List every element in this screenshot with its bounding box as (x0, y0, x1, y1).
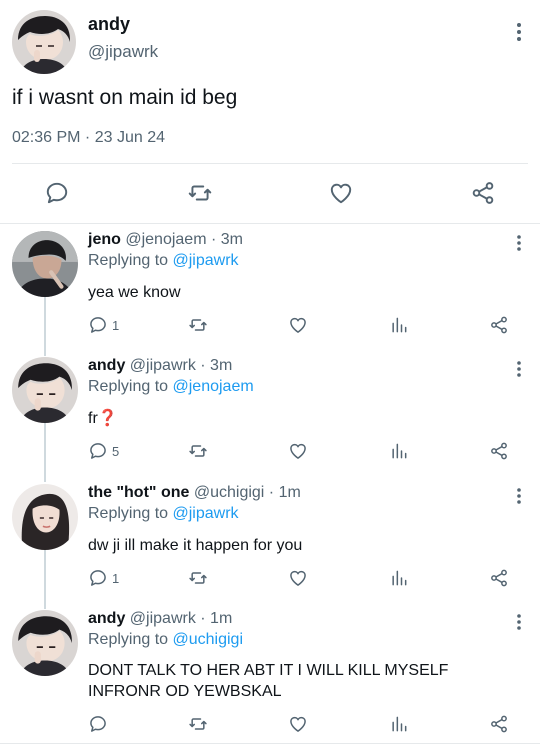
reply-count: 1 (112, 317, 120, 333)
views-icon[interactable] (389, 315, 409, 335)
like-icon[interactable] (288, 441, 308, 461)
reply-count: 1 (112, 570, 120, 586)
author-handle[interactable]: @uchigigi (194, 484, 265, 501)
reply-header: jeno @jenojaem · 3m (88, 231, 243, 249)
separator: · (264, 484, 279, 501)
reply-icon[interactable]: 1 (88, 315, 119, 335)
author-handle[interactable]: @jipawrk (88, 42, 158, 62)
reply-header: the "hot" one @uchigigi · 1m (88, 484, 301, 502)
reply-action-bar: 5 (0, 441, 540, 465)
avatar[interactable] (12, 610, 78, 676)
like-icon[interactable] (288, 315, 308, 335)
reply-tweet[interactable]: jeno @jenojaem · 3m Replying to @jipawrk… (0, 231, 540, 351)
author-name[interactable]: andy (88, 357, 125, 374)
mention-link[interactable]: @jipawrk (173, 505, 239, 522)
views-icon[interactable] (389, 441, 409, 461)
author-name[interactable]: the "hot" one (88, 484, 189, 501)
reply-text-line: DONT TALK TO HER ABT IT I WILL KILL MYSE… (88, 662, 449, 679)
author-name[interactable]: andy (88, 610, 125, 627)
separator: · (195, 357, 211, 374)
like-icon[interactable] (328, 180, 354, 206)
views-icon[interactable] (389, 714, 409, 734)
avatar[interactable] (12, 10, 76, 74)
retweet-icon[interactable] (188, 315, 208, 335)
more-icon[interactable] (508, 22, 530, 42)
reply-text-line: INFRONR OD YEWBSKAL (88, 683, 282, 700)
main-tweet: andy @jipawrk if i wasnt on main id beg … (0, 0, 540, 224)
author-name[interactable]: andy (88, 14, 130, 35)
reply-text: dw ji ill make it happen for you (88, 537, 303, 554)
avatar[interactable] (12, 231, 78, 297)
replying-to: Replying to @jenojaem (88, 378, 254, 396)
more-icon[interactable] (508, 613, 530, 631)
author-handle[interactable]: @jipawrk (130, 610, 196, 627)
more-icon[interactable] (508, 360, 530, 378)
tweet-timestamp: 02:36 PM · 23 Jun 24 (12, 129, 165, 146)
reply-icon[interactable]: 1 (88, 568, 119, 588)
like-icon[interactable] (288, 714, 308, 734)
reply-icon[interactable] (44, 180, 70, 206)
divider (12, 163, 528, 164)
replying-to: Replying to @jipawrk (88, 505, 239, 523)
retweet-icon[interactable] (188, 714, 208, 734)
reply-icon[interactable]: 5 (88, 441, 119, 461)
reply-action-bar: 1 (0, 568, 540, 592)
reply-count: 5 (112, 443, 120, 459)
divider (0, 743, 540, 744)
mention-link[interactable]: @jipawrk (173, 252, 239, 269)
reply-header: andy @jipawrk · 1m (88, 610, 232, 628)
retweet-icon[interactable] (188, 568, 208, 588)
reply-tweet[interactable]: andy @jipawrk · 3m Replying to @jenojaem… (0, 357, 540, 477)
share-icon[interactable] (489, 315, 509, 335)
reply-action-bar (0, 714, 540, 738)
reply-text: fr❓ (88, 410, 118, 427)
reply-time: 1m (210, 610, 233, 627)
replying-prefix: Replying to (88, 505, 169, 522)
author-name[interactable]: jeno (88, 231, 121, 248)
replying-prefix: Replying to (88, 378, 169, 395)
author-handle[interactable]: @jenojaem (125, 231, 206, 248)
reply-header: andy @jipawrk · 3m (88, 357, 232, 375)
share-icon[interactable] (489, 441, 509, 461)
views-icon[interactable] (389, 568, 409, 588)
reply-action-bar: 1 (0, 315, 540, 339)
main-action-bar (0, 176, 540, 210)
share-icon[interactable] (489, 714, 509, 734)
retweet-icon[interactable] (187, 180, 213, 206)
reply-text: DONT TALK TO HER ABT IT I WILL KILL MYSE… (88, 660, 448, 702)
share-icon[interactable] (489, 568, 509, 588)
separator: · (206, 231, 221, 248)
separator: · (195, 610, 211, 627)
author-handle[interactable]: @jipawrk (130, 357, 196, 374)
replying-prefix: Replying to (88, 631, 169, 648)
reply-icon[interactable] (88, 714, 108, 734)
reply-time: 3m (210, 357, 233, 374)
replying-prefix: Replying to (88, 252, 169, 269)
mention-link[interactable]: @jenojaem (173, 378, 254, 395)
share-icon[interactable] (470, 180, 496, 206)
divider (0, 223, 540, 224)
tweet-text: if i wasnt on main id beg (12, 86, 238, 109)
reply-tweet[interactable]: andy @jipawrk · 1m Replying to @uchigigi… (0, 610, 540, 740)
reply-text: yea we know (88, 284, 181, 301)
reply-time: 3m (220, 231, 243, 248)
more-icon[interactable] (508, 234, 530, 252)
reply-time: 1m (278, 484, 301, 501)
retweet-icon[interactable] (188, 441, 208, 461)
avatar[interactable] (12, 357, 78, 423)
avatar[interactable] (12, 484, 78, 550)
like-icon[interactable] (288, 568, 308, 588)
mention-link[interactable]: @uchigigi (173, 631, 244, 648)
replying-to: Replying to @jipawrk (88, 252, 239, 270)
replying-to: Replying to @uchigigi (88, 631, 243, 649)
more-icon[interactable] (508, 487, 530, 505)
reply-tweet[interactable]: the "hot" one @uchigigi · 1m Replying to… (0, 484, 540, 604)
